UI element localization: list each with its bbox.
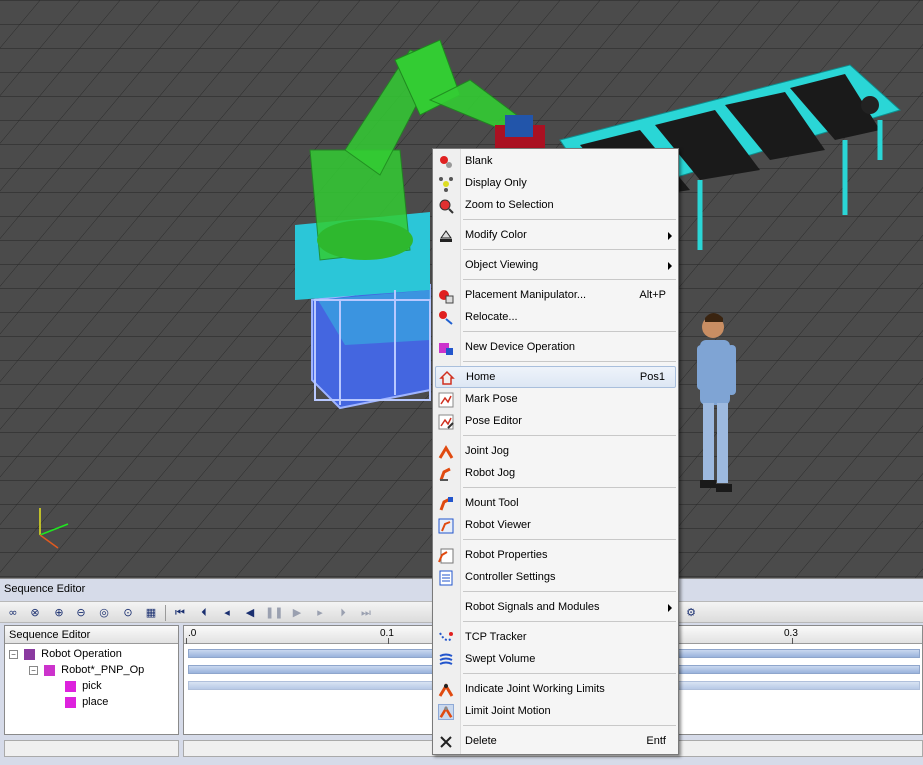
step-back-icon[interactable]: ⏴ — [196, 605, 212, 621]
prev-frame-icon[interactable]: ◂ — [219, 605, 235, 621]
menu-item-indicate-joint-working-limits[interactable]: Indicate Joint Working Limits — [435, 679, 676, 701]
joint-limits-icon — [438, 683, 454, 697]
robot-jog-icon — [439, 467, 451, 481]
menu-item-robot-viewer[interactable]: Robot Viewer — [435, 515, 676, 537]
operation-tree-icon — [24, 648, 36, 660]
tick-label: 0.1 — [380, 628, 394, 639]
menu-item-new-device-operation[interactable]: New Device Operation — [435, 337, 676, 359]
zoom-fit-icon[interactable]: ◎ — [96, 605, 112, 621]
tree-horizontal-scrollbar[interactable] — [4, 740, 179, 757]
submenu-arrow-icon — [668, 604, 672, 612]
controller-settings-icon — [439, 570, 453, 586]
place-location-icon — [65, 696, 76, 708]
shortcut-label: Alt+P — [639, 289, 666, 301]
robot-properties-icon — [438, 548, 454, 564]
menu-item-display-only[interactable]: Display Only — [435, 173, 676, 195]
display-only-icon — [439, 177, 453, 192]
submenu-arrow-icon — [668, 262, 672, 270]
tree-item-robot-operation[interactable]: − Robot Operation — [9, 646, 122, 662]
play-forward-icon[interactable]: ▶ — [289, 605, 305, 621]
menu-item-object-viewing[interactable]: Object Viewing — [435, 255, 676, 277]
zoom-to-selection-icon — [439, 199, 454, 214]
jump-start-icon[interactable]: ⏮ — [172, 605, 188, 621]
robot-viewer-icon — [438, 518, 454, 534]
menu-item-robot-signals-and-modules[interactable]: Robot Signals and Modules — [435, 597, 676, 619]
menu-item-joint-jog[interactable]: Joint Jog — [435, 441, 676, 463]
grid-icon[interactable]: ▦ — [143, 605, 159, 621]
menu-item-zoom-to-selection[interactable]: Zoom to Selection — [435, 195, 676, 217]
pause-icon[interactable]: ❚❚ — [265, 605, 283, 621]
step-forward-icon[interactable]: ⏵ — [335, 605, 351, 621]
limit-joint-motion-icon — [438, 704, 454, 720]
new-device-operation-icon — [439, 343, 453, 355]
menu-item-delete[interactable]: Delete Entf — [435, 731, 676, 753]
placement-manipulator-icon — [439, 290, 454, 304]
tick-label: .0 — [188, 628, 197, 639]
tree-item-pick[interactable]: pick — [65, 678, 102, 694]
menu-item-limit-joint-motion[interactable]: Limit Joint Motion — [435, 701, 676, 723]
robot-operation-icon — [44, 664, 56, 676]
zoom-in-icon[interactable]: ⊕ — [51, 605, 67, 621]
collapse-toggle[interactable]: − — [9, 649, 18, 659]
collapse-toggle[interactable]: − — [29, 665, 38, 675]
tree-item-label: Robot*_PNP_Op — [61, 664, 145, 676]
pick-location-icon — [65, 680, 76, 692]
pose-editor-icon — [438, 414, 454, 430]
tick-label: 0.3 — [784, 628, 798, 639]
menu-item-pose-editor[interactable]: Pose Editor — [435, 411, 676, 433]
context-menu: Blank Display Only Zoom to Selection Mod… — [432, 148, 679, 755]
home-icon — [439, 370, 455, 385]
jump-end-icon[interactable]: ⏭ — [358, 605, 374, 621]
zoom-selection-icon[interactable]: ⊙ — [120, 605, 136, 621]
mark-pose-icon — [438, 392, 454, 408]
tree-item-place[interactable]: place — [65, 694, 108, 710]
link-icon[interactable]: ∞ — [5, 605, 21, 621]
menu-item-relocate[interactable]: Relocate... — [435, 307, 676, 329]
menu-item-tcp-tracker[interactable]: TCP Tracker — [435, 627, 676, 649]
tcp-tracker-icon — [439, 632, 453, 642]
operation-tree: Sequence Editor − Robot Operation − Robo… — [4, 625, 179, 735]
menu-item-home[interactable]: Home Pos1 — [435, 366, 676, 388]
menu-item-robot-properties[interactable]: Robot Properties — [435, 545, 676, 567]
menu-item-blank[interactable]: Blank — [435, 151, 676, 173]
tree-item-label: pick — [82, 680, 102, 692]
next-frame-icon[interactable]: ▸ — [312, 605, 328, 621]
relocate-icon — [439, 311, 453, 325]
submenu-arrow-icon — [668, 232, 672, 240]
delete-icon — [440, 736, 452, 748]
menu-item-placement-manipulator[interactable]: Placement Manipulator... Alt+P — [435, 285, 676, 307]
menu-item-swept-volume[interactable]: Swept Volume — [435, 649, 676, 671]
panel-title: Sequence Editor — [4, 583, 86, 595]
menu-item-controller-settings[interactable]: Controller Settings — [435, 567, 676, 589]
modify-color-icon — [440, 230, 452, 242]
unlink-icon[interactable]: ⊗ — [27, 605, 43, 621]
menu-item-mark-pose[interactable]: Mark Pose — [435, 389, 676, 411]
blank-icon — [440, 156, 452, 168]
menu-item-robot-jog[interactable]: Robot Jog — [435, 463, 676, 485]
menu-item-modify-color[interactable]: Modify Color — [435, 225, 676, 247]
tree-item-label: Robot Operation — [41, 648, 122, 660]
mount-tool-icon — [439, 497, 453, 511]
joint-jog-icon — [438, 445, 454, 459]
swept-volume-icon — [439, 653, 453, 665]
tree-header: Sequence Editor — [5, 626, 178, 644]
settings-icon[interactable]: ⚙ — [683, 605, 699, 621]
tree-item-label: place — [82, 696, 109, 708]
play-backward-icon[interactable]: ◀ — [242, 605, 258, 621]
zoom-out-icon[interactable]: ⊖ — [73, 605, 89, 621]
shortcut-label: Entf — [646, 735, 666, 747]
tree-item-robot-pnp-op[interactable]: − Robot*_PNP_Op — [29, 662, 144, 678]
shortcut-label: Pos1 — [639, 371, 665, 383]
menu-item-mount-tool[interactable]: Mount Tool — [435, 493, 676, 515]
